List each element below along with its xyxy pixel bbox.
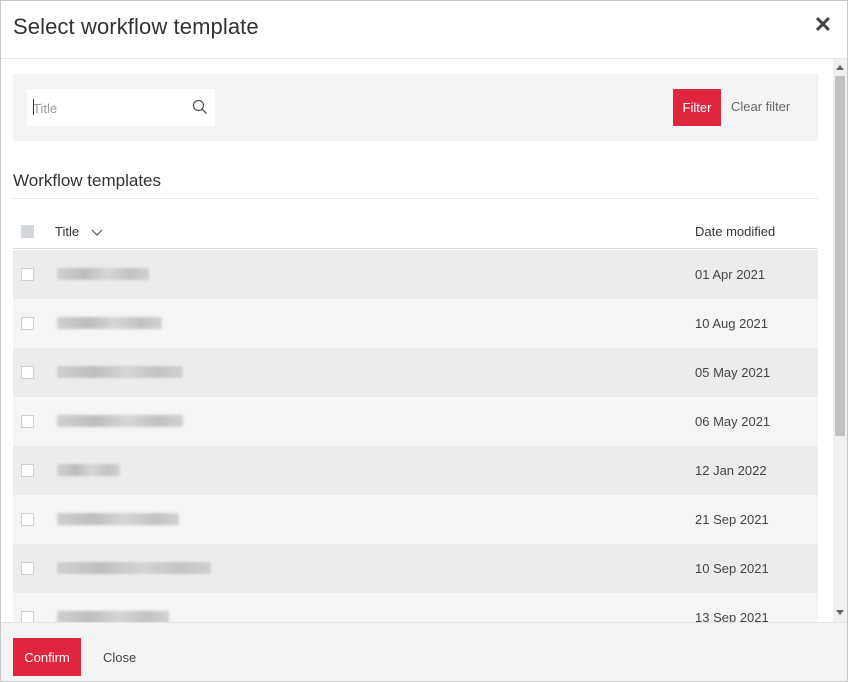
- row-title-redacted: [57, 562, 211, 574]
- scrollbar-thumb[interactable]: [835, 76, 845, 436]
- row-title-redacted: [57, 464, 120, 476]
- row-date: 05 May 2021: [695, 365, 771, 380]
- row-date: 13 Sep 2021: [695, 610, 769, 622]
- section-divider: [13, 198, 818, 199]
- table-row[interactable]: 06 May 2021: [13, 397, 818, 446]
- row-title-redacted: [57, 366, 183, 378]
- search-icon[interactable]: [192, 99, 208, 115]
- template-list: 01 Apr 2021 10 Aug 2021 05 May 2021 06 M…: [13, 250, 818, 622]
- confirm-button[interactable]: Confirm: [13, 638, 81, 676]
- table-row[interactable]: 12 Jan 2022: [13, 446, 818, 495]
- select-template-dialog: Select workflow template ✕ Filter Clear …: [0, 0, 848, 682]
- scroll-up-icon[interactable]: [836, 65, 844, 70]
- row-date: 10 Sep 2021: [695, 561, 769, 576]
- row-title-redacted: [57, 317, 162, 329]
- column-date-header[interactable]: Date modified: [695, 224, 775, 239]
- row-checkbox[interactable]: [21, 415, 34, 428]
- title-search-input[interactable]: [33, 98, 183, 118]
- column-title-header[interactable]: Title: [55, 224, 79, 239]
- row-title-redacted: [57, 513, 179, 525]
- close-button[interactable]: Close: [103, 650, 136, 665]
- row-date: 06 May 2021: [695, 414, 771, 429]
- table-header: Title Date modified: [13, 218, 818, 249]
- dialog-footer: Confirm Close: [1, 622, 847, 681]
- dialog-content[interactable]: Filter Clear filter Workflow templates T…: [1, 59, 847, 622]
- row-title-redacted: [57, 611, 169, 622]
- dialog-title: Select workflow template: [13, 14, 259, 39]
- filter-button[interactable]: Filter: [673, 89, 721, 126]
- row-title-redacted: [57, 268, 149, 280]
- table-row[interactable]: 10 Aug 2021: [13, 299, 818, 348]
- row-date: 10 Aug 2021: [695, 316, 769, 331]
- row-checkbox[interactable]: [21, 366, 34, 379]
- table-row[interactable]: 10 Sep 2021: [13, 544, 818, 593]
- table-row[interactable]: 05 May 2021: [13, 348, 818, 397]
- vertical-scrollbar[interactable]: [833, 59, 847, 622]
- table-row[interactable]: 01 Apr 2021: [13, 250, 818, 299]
- chevron-down-icon[interactable]: [91, 227, 103, 239]
- section-title: Workflow templates: [13, 171, 162, 190]
- dialog-header: Select workflow template ✕: [1, 1, 847, 59]
- table-row[interactable]: 13 Sep 2021: [13, 593, 818, 622]
- row-date: 21 Sep 2021: [695, 512, 769, 527]
- row-checkbox[interactable]: [21, 268, 34, 281]
- row-date: 12 Jan 2022: [695, 463, 767, 478]
- text-caret: [33, 99, 34, 115]
- row-checkbox[interactable]: [21, 611, 34, 622]
- row-checkbox[interactable]: [21, 562, 34, 575]
- row-title-redacted: [57, 415, 183, 427]
- row-checkbox[interactable]: [21, 513, 34, 526]
- search-box[interactable]: [27, 89, 215, 126]
- scroll-down-icon[interactable]: [836, 610, 844, 615]
- clear-filter-button[interactable]: Clear filter: [731, 99, 790, 114]
- select-all-checkbox[interactable]: [21, 225, 34, 238]
- row-checkbox[interactable]: [21, 464, 34, 477]
- table-row[interactable]: 21 Sep 2021: [13, 495, 818, 544]
- row-date: 01 Apr 2021: [695, 267, 766, 282]
- close-icon[interactable]: ✕: [813, 13, 833, 37]
- row-checkbox[interactable]: [21, 317, 34, 330]
- filter-panel: Filter Clear filter: [13, 74, 818, 141]
